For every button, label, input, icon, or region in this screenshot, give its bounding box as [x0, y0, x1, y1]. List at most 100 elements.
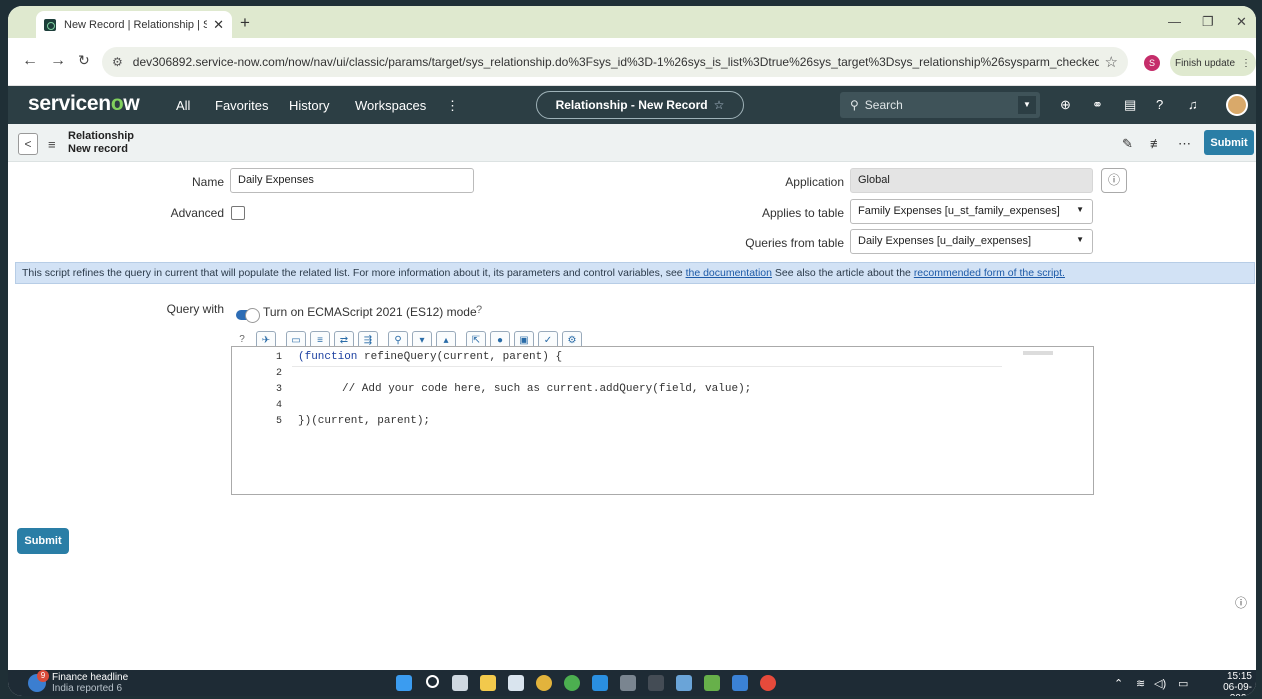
query-with-label: Query with [166, 302, 224, 316]
nav-favorites[interactable]: Favorites [215, 98, 268, 113]
name-field[interactable]: Daily Expenses [230, 168, 474, 193]
system-clock[interactable]: 15:15 06-09-2024 [1214, 671, 1252, 696]
minimize-icon[interactable]: — [1168, 14, 1181, 29]
info-icon[interactable]: ⓘ [1235, 594, 1247, 611]
servicenow-header: servicenow All Favorites History Workspa… [8, 86, 1256, 124]
new-tab-icon[interactable]: + [240, 13, 250, 33]
wifi-icon[interactable]: ≋ [1136, 677, 1145, 690]
reload-icon[interactable]: ↻ [78, 52, 90, 69]
application-field: Global [850, 168, 1093, 193]
chrome-badge-icon[interactable] [760, 675, 776, 691]
volume-icon[interactable]: ◁) [1154, 677, 1166, 690]
line-number: 1 [275, 352, 282, 363]
bell-icon[interactable]: ♫ [1188, 97, 1198, 112]
tray-chevron-up-icon[interactable]: ⌃ [1114, 677, 1123, 690]
applies-to-table-select[interactable]: Family Expenses [u_st_family_expenses] ▼ [850, 199, 1093, 224]
news-icon[interactable]: ▤ [1124, 97, 1136, 113]
es12-mode-toggle[interactable] [236, 308, 260, 323]
logo-text: servicen [28, 92, 111, 115]
windows-start-icon[interactable] [396, 675, 412, 691]
form-title-record: New record [68, 143, 128, 155]
global-search[interactable]: ⚲ Search ▼ [840, 92, 1040, 118]
site-info-icon[interactable]: ⚙ [112, 55, 123, 69]
code-line-1: (function refineQuery(current, parent) { [298, 351, 562, 363]
submit-button-bottom[interactable]: Submit [17, 528, 69, 554]
application-info-icon[interactable]: ⓘ [1101, 168, 1127, 193]
help-circle-icon[interactable]: ? [476, 304, 482, 316]
store-icon[interactable] [508, 675, 524, 691]
search-icon: ⚲ [850, 98, 859, 112]
recommended-form-link[interactable]: recommended form of the script. [914, 267, 1065, 279]
line-number: 3 [275, 384, 282, 395]
logo-text-end: w [123, 92, 140, 115]
es12-toggle-label: Turn on ECMAScript 2021 (ES12) mode [263, 305, 477, 319]
window-close-icon[interactable]: ✕ [1236, 14, 1247, 30]
queries-from-table-label: Queries from table [745, 236, 844, 250]
nvidia-icon[interactable] [704, 675, 720, 691]
code-text: refineQuery(current, parent) { [357, 351, 563, 363]
applies-to-table-value: Family Expenses [u_st_family_expenses] [858, 205, 1060, 217]
info-text-2: See also the article about the [771, 267, 914, 279]
chrome-icon[interactable] [536, 675, 552, 691]
favorite-star-icon[interactable]: ☆ [714, 98, 725, 112]
close-icon[interactable]: ✕ [213, 17, 224, 33]
url-bar[interactable]: ⚙ dev306892.service-now.com/now/nav/ui/c… [102, 47, 1128, 77]
chrome-profile-icon[interactable] [564, 675, 580, 691]
finish-update-button[interactable]: Finish update ⋮ [1170, 50, 1256, 76]
connect-chat-icon[interactable]: ⚭ [1092, 97, 1103, 113]
news-widget-icon: 9 [28, 670, 49, 692]
address-bar-row: ← → ↻ ⚙ dev306892.service-now.com/now/na… [8, 38, 1256, 86]
vscode-icon[interactable] [592, 675, 608, 691]
code-line-5: })(current, parent); [298, 415, 431, 427]
logo-o: o [110, 92, 124, 115]
news-widget[interactable]: 9 Finance headline India reported 6 [28, 670, 129, 694]
attachment-paperclip-icon[interactable]: ✎ [1122, 136, 1133, 152]
nav-history[interactable]: History [289, 98, 329, 113]
forward-arrow-icon[interactable]: → [50, 52, 66, 70]
servicenow-logo[interactable]: servicenow [28, 92, 140, 116]
nav-all[interactable]: All [176, 98, 190, 113]
taskbar-search-icon[interactable] [426, 675, 439, 688]
browser-window: New Record | Relationship | Ser ✕ + — ❐ … [8, 6, 1256, 696]
servicenow-favicon-icon [44, 18, 56, 31]
line-number-gutter: 1 2 3 4 5 [232, 347, 288, 494]
terminal-icon[interactable] [648, 675, 664, 691]
nav-more-icon[interactable]: ⋮ [446, 98, 459, 114]
bookmark-star-icon[interactable]: ☆ [1105, 53, 1118, 71]
profile-avatar[interactable]: S [1144, 55, 1160, 71]
battery-icon[interactable]: ▭ [1178, 677, 1188, 690]
notepad-icon[interactable] [732, 675, 748, 691]
globe-icon[interactable]: ⊕ [1060, 97, 1071, 113]
queries-from-table-select[interactable]: Daily Expenses [u_daily_expenses] ▼ [850, 229, 1093, 254]
context-pill[interactable]: Relationship - New Record ☆ [536, 91, 744, 119]
nav-workspaces[interactable]: Workspaces [355, 98, 426, 113]
settings-sliders-icon[interactable]: ≢ [1150, 136, 1163, 151]
url-text[interactable]: dev306892.service-now.com/now/nav/ui/cla… [133, 55, 1099, 69]
script-info-message: This script refines the query in current… [15, 262, 1255, 284]
photos-icon[interactable] [676, 675, 692, 691]
submit-button-top[interactable]: Submit [1204, 130, 1254, 155]
news-headline: Finance headline [52, 672, 129, 683]
hamburger-menu-icon[interactable]: ≡ [48, 137, 56, 152]
back-arrow-icon[interactable]: ← [22, 52, 38, 70]
browser-tab[interactable]: New Record | Relationship | Ser ✕ [36, 11, 232, 38]
script-editor[interactable]: 1 2 3 4 5 (function refineQuery(current,… [231, 346, 1094, 495]
chevron-down-icon[interactable]: ▼ [1018, 96, 1036, 114]
back-button[interactable]: < [18, 133, 38, 155]
line-number: 2 [275, 368, 282, 379]
applies-to-table-label: Applies to table [761, 206, 844, 220]
clock-time: 15:15 [1226, 671, 1252, 682]
restore-icon[interactable]: ❐ [1202, 14, 1214, 30]
user-avatar[interactable] [1226, 94, 1248, 116]
info-text-1: This script refines the query in current… [22, 267, 686, 279]
more-options-icon[interactable]: ⋯ [1178, 136, 1191, 152]
file-explorer-icon[interactable] [480, 675, 496, 691]
task-view-icon[interactable] [452, 675, 468, 691]
documentation-link[interactable]: the documentation [686, 267, 772, 279]
notification-badge: 9 [37, 670, 49, 682]
advanced-checkbox[interactable] [231, 206, 245, 220]
browser-tab-strip: New Record | Relationship | Ser ✕ + — ❐ … [8, 6, 1256, 38]
help-icon[interactable]: ? [1156, 97, 1163, 112]
github-icon[interactable] [620, 675, 636, 691]
dropdown-caret-icon: ▼ [1076, 205, 1084, 214]
